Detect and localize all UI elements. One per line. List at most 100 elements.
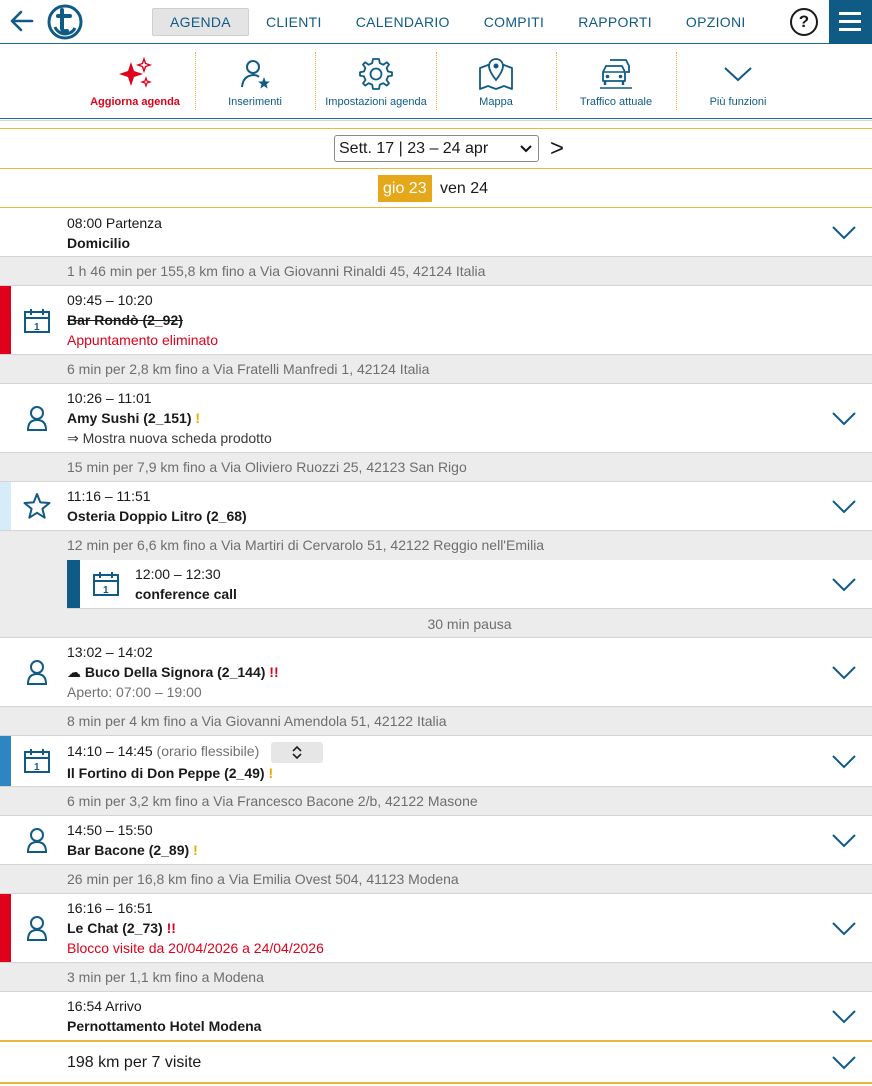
tool-label: Impostazioni agenda bbox=[325, 96, 427, 108]
entry-time: 09:45 – 10:20 bbox=[67, 292, 153, 308]
travel-info: 6 min per 3,2 km fino a Via Francesco Ba… bbox=[0, 787, 872, 816]
summary-footer[interactable]: 198 km per 7 visite bbox=[0, 1040, 872, 1084]
visit-entry[interactable]: 14:50 – 15:50 Bar Bacone (2_89) ! bbox=[0, 816, 872, 865]
start-entry[interactable]: 08:00 Partenza Domicilio bbox=[0, 208, 872, 257]
chevron-down-icon[interactable] bbox=[832, 412, 856, 426]
entry-time: 08:00 Partenza bbox=[67, 215, 162, 231]
warning-flag: ! bbox=[193, 842, 198, 858]
entry-name: Domicilio bbox=[67, 235, 131, 251]
tab-compiti[interactable]: COMPITI bbox=[467, 8, 561, 36]
next-week-button[interactable]: > bbox=[550, 134, 564, 164]
appointment-entry[interactable]: 1 14:10 – 14:45 (orario flessibile) Il F… bbox=[0, 736, 872, 787]
impostazioni-agenda-button[interactable]: Impostazioni agenda bbox=[320, 50, 432, 112]
toolbar-divider bbox=[195, 52, 196, 110]
status-bar bbox=[67, 560, 80, 608]
tool-label: Inserimenti bbox=[228, 96, 282, 108]
tab-calendario[interactable]: CALENDARIO bbox=[339, 8, 467, 36]
entry-name: Buco Della Signora (2_144) bbox=[84, 664, 266, 680]
day-tab-active[interactable]: gio 23 bbox=[378, 175, 432, 202]
toolbar-divider bbox=[315, 52, 316, 110]
travel-info: 15 min per 7,9 km fino a Via Oliviero Ru… bbox=[0, 453, 872, 482]
main-tabs: AGENDA CLIENTI CALENDARIO COMPITI RAPPOR… bbox=[152, 8, 763, 36]
hamburger-menu-button[interactable] bbox=[829, 0, 872, 44]
person-icon bbox=[26, 916, 48, 941]
mappa-button[interactable]: Mappa bbox=[446, 50, 546, 112]
chevron-down-icon[interactable] bbox=[832, 578, 856, 592]
chevron-down-icon[interactable] bbox=[832, 226, 856, 240]
day-tab[interactable]: ven 24 bbox=[435, 175, 493, 202]
nested-appointment-entry[interactable]: 1 12:00 – 12:30 conference call bbox=[67, 560, 872, 609]
status-bar bbox=[0, 482, 11, 530]
flexible-time-stepper[interactable] bbox=[271, 741, 324, 763]
svg-text:1: 1 bbox=[103, 585, 109, 596]
warning-flag: ! bbox=[268, 765, 274, 781]
person-icon bbox=[26, 660, 48, 685]
chevron-down-icon[interactable] bbox=[832, 1010, 856, 1024]
entry-note: Blocco visite da 20/04/2026 a 24/04/2026 bbox=[67, 940, 324, 956]
chevron-down-icon[interactable] bbox=[832, 666, 856, 680]
visit-entry[interactable]: 16:16 – 16:51 Le Chat (2_73) !! Blocco v… bbox=[0, 894, 872, 963]
refresh-agenda-button[interactable]: Aggiorna agenda bbox=[80, 50, 190, 112]
chevron-down-icon[interactable] bbox=[832, 500, 856, 514]
star-icon bbox=[23, 493, 51, 519]
chevron-down-icon bbox=[520, 145, 532, 153]
inserimenti-button[interactable]: Inserimenti bbox=[205, 50, 305, 112]
calendar-icon: 1 bbox=[24, 309, 50, 333]
sparkle-icon bbox=[119, 56, 153, 88]
tab-rapporti[interactable]: RAPPORTI bbox=[561, 8, 669, 36]
tool-label: Aggiorna agenda bbox=[90, 96, 180, 108]
chevron-down-icon[interactable] bbox=[832, 922, 856, 936]
entry-title-line: ☁ Buco Della Signora (2_144) !! bbox=[67, 662, 279, 682]
tool-label: Più funzioni bbox=[709, 96, 767, 108]
entry-name: conference call bbox=[135, 586, 237, 602]
entry-title-line: Il Fortino di Don Peppe (2_49) ! bbox=[67, 763, 273, 783]
week-select[interactable]: Sett. 17 | 23 – 24 apr bbox=[334, 135, 539, 162]
travel-info: 12 min per 6,6 km fino a Via Martiri di … bbox=[67, 537, 545, 553]
entry-time: 16:16 – 16:51 bbox=[67, 900, 153, 916]
status-bar bbox=[0, 736, 11, 786]
traffico-attuale-button[interactable]: Traffico attuale bbox=[566, 50, 666, 112]
warning-flag: !! bbox=[166, 920, 176, 936]
travel-info: 1 h 46 min per 155,8 km fino a Via Giova… bbox=[0, 257, 872, 286]
entry-name: Amy Sushi (2_151) bbox=[67, 410, 192, 426]
visit-entry[interactable]: 11:16 – 11:51 Osteria Doppio Litro (2_68… bbox=[0, 482, 872, 531]
piu-funzioni-button[interactable]: Più funzioni bbox=[688, 50, 788, 112]
app-logo-icon[interactable] bbox=[47, 4, 83, 40]
week-selector-row: Sett. 17 | 23 – 24 apr > bbox=[0, 128, 872, 169]
entry-time: 16:54 Arrivo bbox=[67, 998, 142, 1014]
tab-clienti[interactable]: CLIENTI bbox=[249, 8, 339, 36]
chevron-down-icon[interactable] bbox=[832, 1056, 856, 1070]
map-pin-icon bbox=[479, 58, 513, 90]
appointment-entry[interactable]: 1 09:45 – 10:20 Bar Rondò (2_92) Appunta… bbox=[0, 286, 872, 355]
person-icon bbox=[26, 406, 48, 431]
tool-label: Traffico attuale bbox=[579, 96, 653, 108]
chevron-down-icon[interactable] bbox=[832, 834, 856, 848]
travel-info: 3 min per 1,1 km fino a Modena bbox=[0, 963, 872, 992]
travel-info: 6 min per 2,8 km fino a Via Fratelli Man… bbox=[0, 355, 872, 384]
entry-time: 14:10 – 14:45 bbox=[67, 743, 153, 759]
end-entry[interactable]: 16:54 Arrivo Pernottamento Hotel Modena bbox=[0, 992, 872, 1040]
visit-entry[interactable]: 13:02 – 14:02 ☁ Buco Della Signora (2_14… bbox=[0, 638, 872, 707]
visit-entry[interactable]: 10:26 – 11:01 Amy Sushi (2_151) ! ⇒ Most… bbox=[0, 384, 872, 453]
entry-time: 11:16 – 11:51 bbox=[67, 488, 151, 504]
tab-agenda[interactable]: AGENDA bbox=[152, 8, 249, 36]
flexible-time-label: (orario flessibile) bbox=[156, 743, 260, 759]
traffic-cars-icon bbox=[600, 59, 632, 89]
entry-title-line: Amy Sushi (2_151) ! bbox=[67, 408, 200, 428]
chevron-down-icon[interactable] bbox=[832, 755, 856, 769]
entry-time-line: 14:10 – 14:45 (orario flessibile) bbox=[67, 741, 324, 763]
toolbar-divider bbox=[436, 52, 437, 110]
person-star-icon bbox=[241, 60, 270, 89]
travel-info: 8 min per 4 km fino a Via Giovanni Amend… bbox=[0, 707, 872, 736]
help-button[interactable]: ? bbox=[790, 8, 818, 36]
top-navbar: AGENDA CLIENTI CALENDARIO COMPITI RAPPOR… bbox=[0, 0, 872, 44]
entry-name: Le Chat (2_73) bbox=[67, 920, 163, 936]
entry-time: 13:02 – 14:02 bbox=[67, 644, 153, 660]
calendar-icon: 1 bbox=[24, 749, 50, 773]
summary-text: 198 km per 7 visite bbox=[67, 1054, 202, 1071]
entry-note[interactable]: ⇒ Mostra nuova scheda prodotto bbox=[67, 428, 272, 448]
back-arrow-icon[interactable] bbox=[8, 7, 36, 35]
entry-title-line: Bar Bacone (2_89) ! bbox=[67, 840, 198, 860]
tab-opzioni[interactable]: OPZIONI bbox=[669, 8, 763, 36]
svg-text:1: 1 bbox=[34, 762, 40, 773]
